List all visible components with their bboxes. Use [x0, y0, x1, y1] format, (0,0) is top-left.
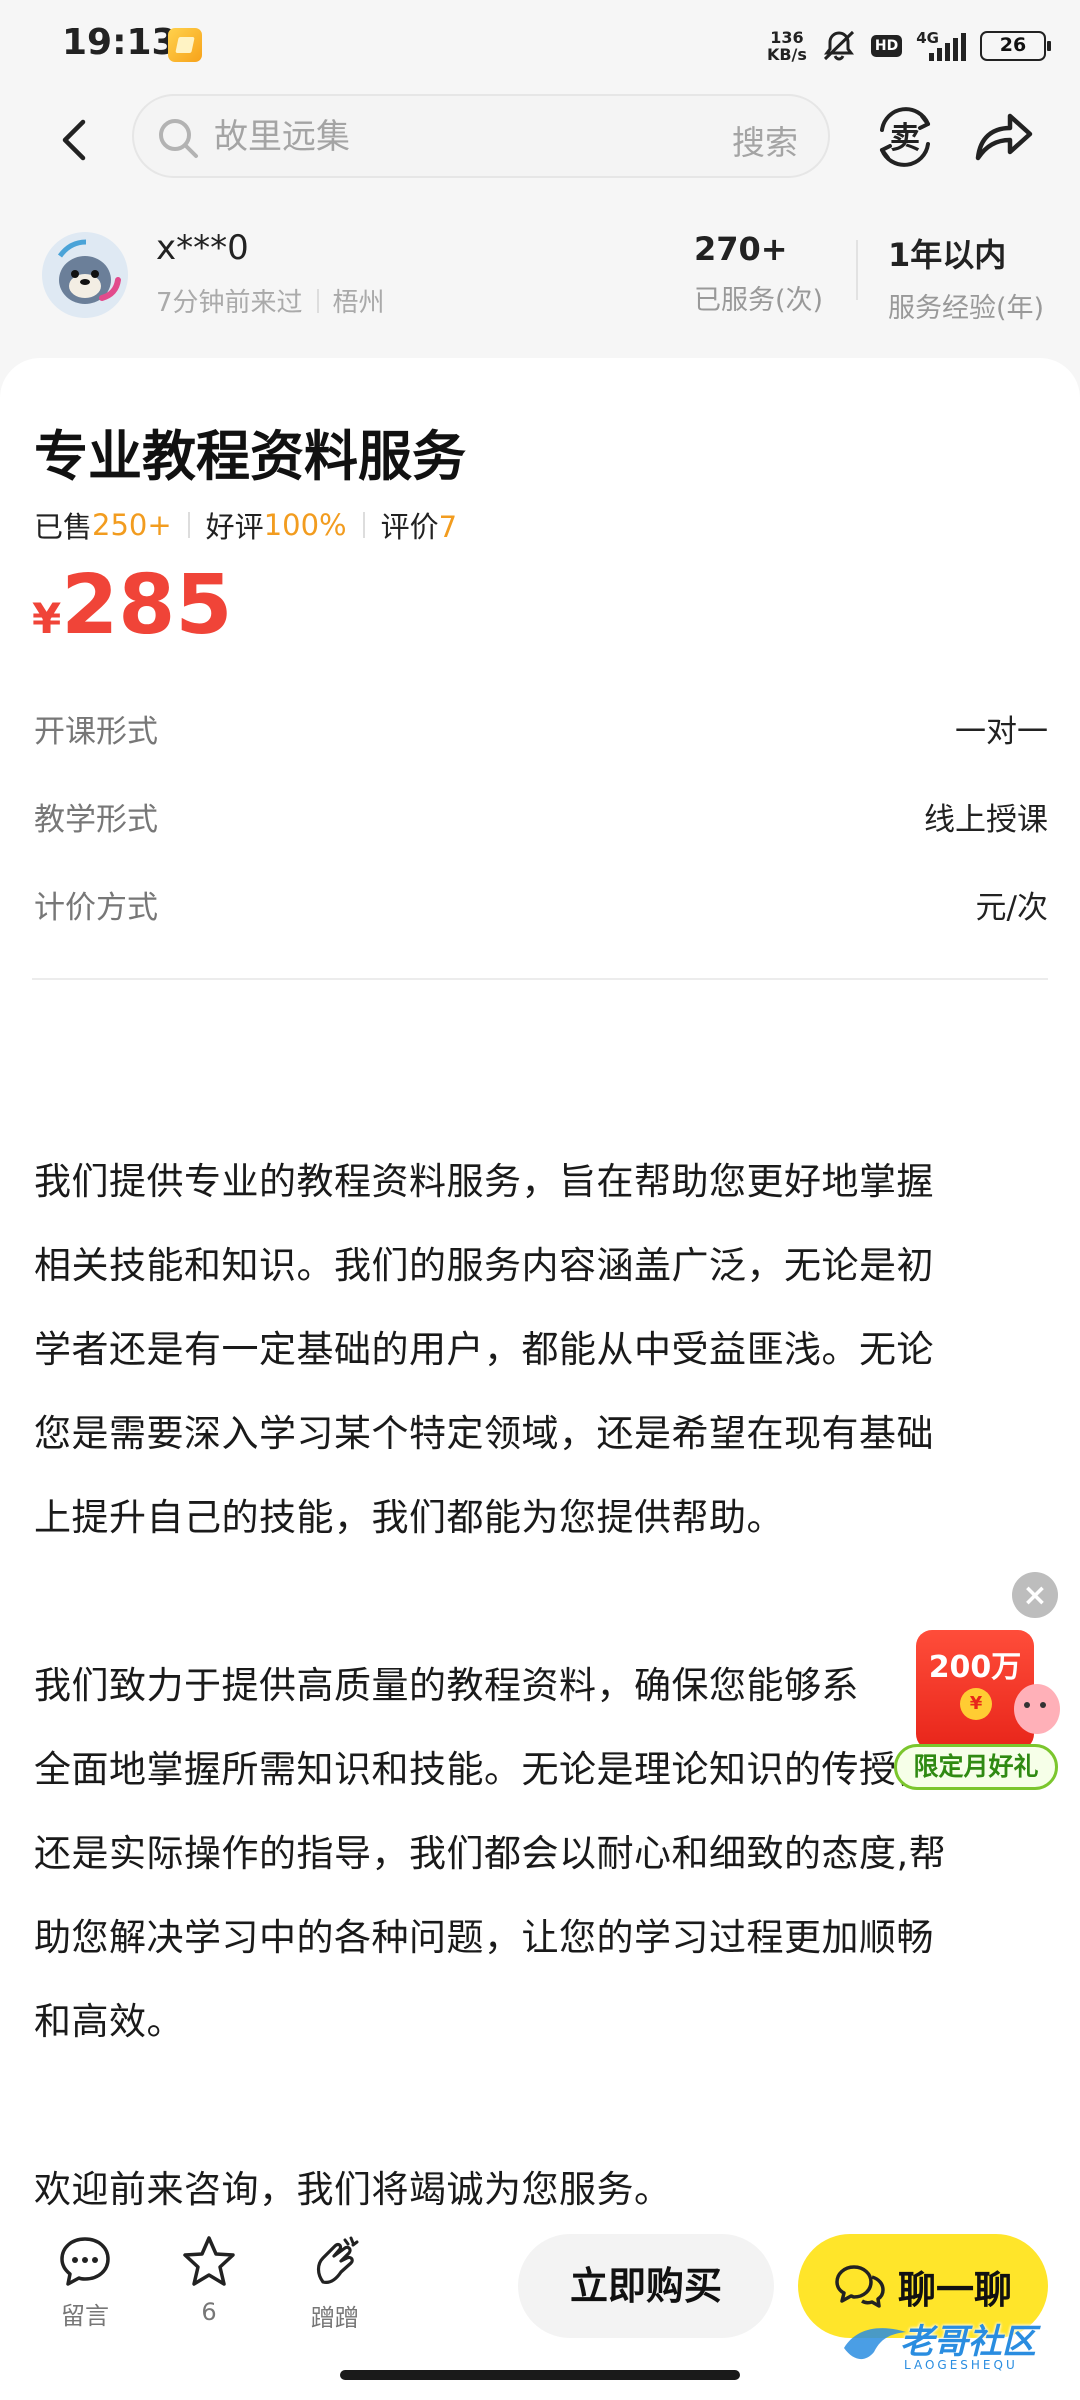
seal-avatar-icon: [42, 232, 128, 318]
home-indicator[interactable]: [340, 2370, 740, 2380]
description-line: 相关技能和知识。我们的服务内容涵盖广泛，无论是初: [34, 1244, 934, 1287]
search-bar[interactable]: 搜索: [132, 94, 830, 178]
attribute-value: 线上授课: [924, 802, 1048, 838]
sales-divider: [362, 512, 365, 538]
product-title: 专业教程资料服务: [34, 425, 466, 488]
chevron-left-icon: [62, 119, 86, 161]
price-currency: ¥: [32, 594, 62, 643]
watermark-logo: 老哥社区 LAOGESHEQU: [840, 2312, 1064, 2382]
sell-button[interactable]: 卖: [872, 104, 938, 170]
seller-meta: 7分钟前来过 梧州: [156, 282, 385, 319]
attribute-row: 开课形式 一对一: [34, 706, 1048, 751]
description-line: 学者还是有一定基础的用户，都能从中受益匪浅。无论: [34, 1328, 934, 1371]
coin-icon: ¥: [960, 1688, 992, 1720]
svg-text:卖: 卖: [890, 121, 920, 156]
signal-icon: 4G: [916, 29, 966, 62]
description-line: 上提升自己的技能，我们都能为您提供帮助。: [34, 1496, 784, 1539]
stat-divider: [856, 240, 858, 300]
promo-close-button[interactable]: ×: [1012, 1572, 1058, 1618]
message-button[interactable]: 留言: [40, 2234, 130, 2331]
mute-bell-icon: [821, 30, 857, 62]
description-line: 还是实际操作的指导，我们都会以耐心和细致的态度,帮: [34, 1832, 947, 1875]
sales-divider: [187, 512, 190, 538]
back-button[interactable]: [46, 112, 102, 168]
seller-last-seen: 7分钟前来过: [156, 288, 303, 318]
description-line: 您是需要深入学习某个特定领域，还是希望在现有基础: [34, 1412, 934, 1455]
favorite-button[interactable]: 6: [164, 2234, 254, 2326]
red-envelope-icon: 200万 ¥: [916, 1630, 1034, 1750]
attribute-label: 教学形式: [34, 802, 158, 838]
hd-icon: HD: [870, 30, 903, 62]
section-divider: [32, 978, 1048, 980]
notification-app-icon: [168, 28, 202, 62]
search-button[interactable]: 搜索: [732, 116, 798, 164]
attribute-value: 元/次: [975, 890, 1048, 926]
status-time: 19:13: [62, 22, 177, 63]
pat-hand-icon: [316, 2236, 359, 2284]
network-speed-value: 136: [770, 28, 804, 47]
promo-widget[interactable]: 200万 ¥ 限定月好礼: [894, 1630, 1060, 1790]
favorite-count: 6: [201, 2298, 217, 2326]
promo-label: 限定月好礼: [894, 1744, 1058, 1790]
attribute-label: 开课形式: [34, 714, 158, 750]
served-count-label: 已服务(次): [694, 285, 824, 316]
attribute-value: 一对一: [955, 714, 1048, 750]
description-line: 助您解决学习中的各种问题，让您的学习过程更加顺畅: [34, 1916, 934, 1959]
star-icon: [183, 2236, 235, 2286]
description-paragraph: 我们提供专业的教程资料服务，旨在帮助您更好地掌握 相关技能和知识。我们的服务内容…: [34, 1140, 1054, 1560]
seller-info[interactable]: x***0 7分钟前来过 梧州 270+ 已服务(次) 1年以内 服务经验(年): [0, 220, 1080, 350]
share-button[interactable]: [970, 104, 1036, 170]
chat-label: 聊一聊: [897, 2267, 1012, 2312]
seller-name: x***0: [156, 228, 249, 268]
battery-icon: 26: [980, 31, 1051, 61]
sales-summary: 已售 250+ 好评 100% 评价7: [34, 504, 457, 546]
seller-avatar[interactable]: [42, 232, 128, 318]
description-line: 我们提供专业的教程资料服务，旨在帮助您更好地掌握: [34, 1160, 934, 1203]
sold-label: 已售: [34, 510, 93, 544]
attribute-label: 计价方式: [34, 890, 158, 926]
pat-label: 蹭蹭: [311, 2304, 359, 2332]
network-speed-unit: KB/s: [766, 45, 807, 64]
close-icon: ×: [1022, 1577, 1048, 1613]
status-bar: 19:13 136 KB/s HD 4G 26: [0, 0, 1080, 90]
price: ¥285: [32, 558, 232, 653]
search-icon: [159, 119, 198, 158]
chat-bubble-icon: [60, 2237, 110, 2286]
sold-value: 250+: [92, 508, 172, 542]
status-icons: 136 KB/s HD 4G 26: [767, 24, 1051, 68]
price-value: 285: [61, 558, 233, 653]
network-type: 4G: [916, 29, 939, 47]
seller-city: 梧州: [332, 288, 385, 318]
sell-icon: 卖: [880, 107, 930, 167]
rating-label: 好评: [205, 510, 264, 544]
attribute-row: 教学形式 线上授课: [34, 794, 1048, 839]
description-line: 和高效。: [34, 2000, 184, 2043]
served-count-stat: 270+ 已服务(次): [694, 230, 823, 317]
search-input[interactable]: [214, 114, 634, 160]
experience-value: 1年以内: [888, 236, 1007, 274]
experience-stat: 1年以内 服务经验(年): [888, 230, 1044, 325]
rating-value: 100%: [263, 508, 347, 542]
experience-label: 服务经验(年): [888, 293, 1045, 324]
message-label: 留言: [61, 2302, 109, 2330]
buy-now-button[interactable]: 立即购买: [518, 2234, 774, 2338]
product-detail-card: 专业教程资料服务 已售 250+ 好评 100% 评价7 ¥285 开课形式 一对一…: [0, 358, 1080, 2238]
watermark-subtext: LAOGESHEQU: [904, 2358, 1018, 2372]
promo-amount: 200万: [928, 1650, 1022, 1685]
reviews-link[interactable]: 评价7: [381, 504, 457, 546]
share-icon: [975, 113, 1033, 161]
attribute-row: 计价方式 元/次: [34, 882, 1048, 927]
reviews-value: 7: [438, 510, 458, 544]
pat-button[interactable]: 蹭蹭: [290, 2234, 380, 2333]
chat-icon: [835, 2265, 885, 2308]
watermark-text: 老哥社区: [900, 2322, 1036, 2362]
network-speed: 136 KB/s: [767, 29, 807, 63]
served-count-value: 270+: [694, 230, 788, 268]
mascot-icon: [1014, 1684, 1060, 1734]
top-nav: 搜索 卖: [0, 90, 1080, 190]
reviews-label: 评价: [380, 510, 439, 544]
meta-divider: [316, 288, 319, 313]
